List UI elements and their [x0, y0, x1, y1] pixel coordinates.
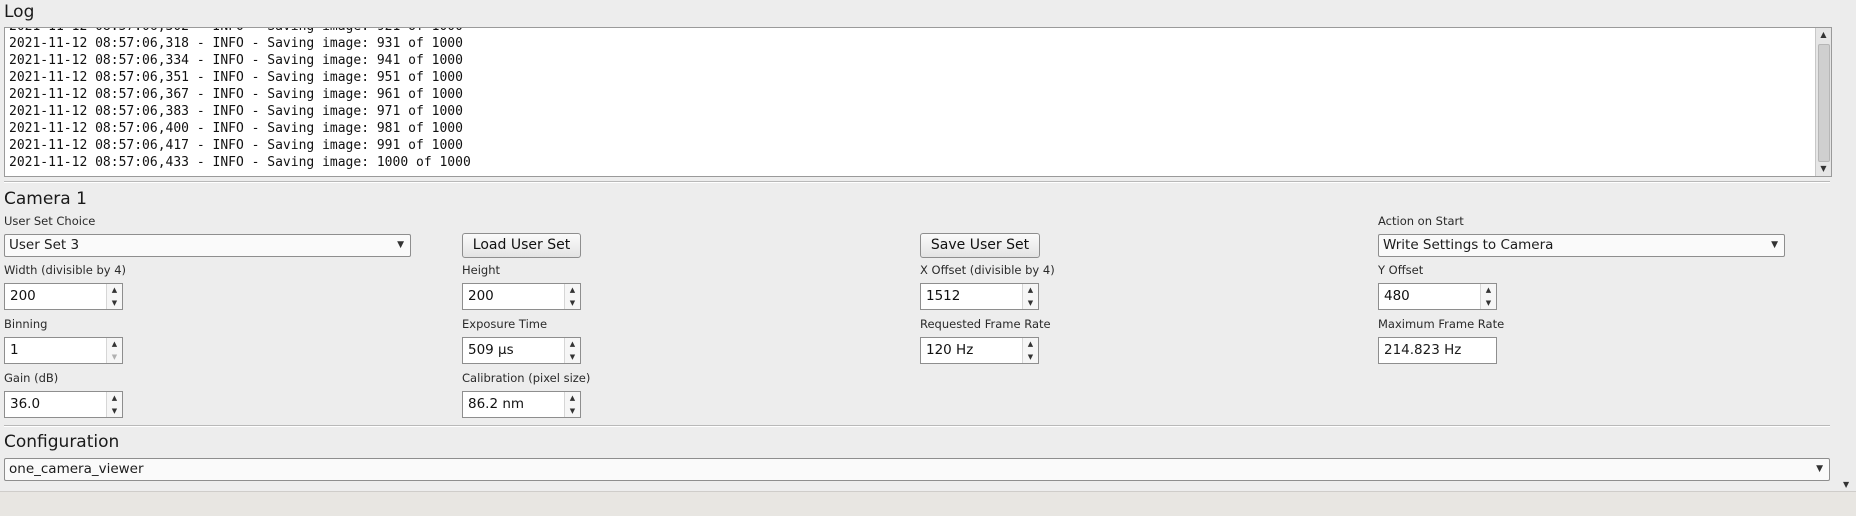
arrow-up-icon[interactable]: ▲	[1816, 28, 1831, 42]
log-scrollbar[interactable]: ▲ ▼	[1815, 28, 1831, 176]
y-offset-value: 480	[1384, 288, 1410, 304]
action-on-start-label: Action on Start	[1378, 214, 1464, 228]
binning-label: Binning	[4, 317, 48, 331]
gain-spinbox[interactable]: 36.0 ▲ ▼	[4, 391, 123, 418]
arrow-down-icon[interactable]: ▼	[1816, 162, 1831, 176]
section-divider	[4, 181, 1830, 183]
log-scrollbar-thumb[interactable]	[1818, 44, 1830, 162]
user-set-choice-label: User Set Choice	[4, 214, 96, 228]
action-on-start-value: Write Settings to Camera	[1383, 237, 1554, 253]
chevron-down-icon: ▼	[397, 240, 404, 250]
arrow-up-icon[interactable]: ▲	[1023, 338, 1038, 350]
arrow-up-icon[interactable]: ▲	[1481, 284, 1496, 296]
configuration-title: Configuration	[4, 432, 120, 452]
width-label: Width (divisible by 4)	[4, 263, 127, 277]
user-set-choice-dropdown[interactable]: User Set 3 ▼	[4, 234, 411, 257]
arrow-down-icon[interactable]: ▼	[1843, 480, 1849, 489]
requested-frame-rate-spinbox[interactable]: 120 Hz ▲ ▼	[920, 337, 1039, 364]
arrow-down-icon[interactable]: ▼	[565, 405, 580, 417]
log-title: Log	[4, 2, 35, 22]
maximum-frame-rate-label: Maximum Frame Rate	[1378, 317, 1505, 331]
gain-label: Gain (dB)	[4, 371, 59, 385]
log-line: 2021-11-12 08:57:06,367 - INFO - Saving …	[9, 87, 463, 102]
log-line: 2021-11-12 08:57:06,302 - INFO - Saving …	[9, 28, 463, 35]
configuration-value: one_camera_viewer	[9, 461, 144, 477]
log-line: 2021-11-12 08:57:06,351 - INFO - Saving …	[9, 70, 463, 85]
x-offset-spinbox[interactable]: 1512 ▲ ▼	[920, 283, 1039, 310]
exposure-time-label: Exposure Time	[462, 317, 548, 331]
arrow-down-icon[interactable]: ▼	[1023, 297, 1038, 309]
arrow-down-icon[interactable]: ▼	[565, 351, 580, 363]
log-output[interactable]: 2021-11-12 08:57:06,302 - INFO - Saving …	[4, 27, 1832, 177]
exposure-time-spinbox[interactable]: 509 µs ▲ ▼	[462, 337, 581, 364]
arrow-down-icon[interactable]: ▼	[565, 297, 580, 309]
arrow-down-icon[interactable]: ▼	[107, 297, 122, 309]
status-bar	[0, 491, 1856, 516]
y-offset-spinbox[interactable]: 480 ▲ ▼	[1378, 283, 1497, 310]
height-spinbox[interactable]: 200 ▲ ▼	[462, 283, 581, 310]
calibration-spinbox[interactable]: 86.2 nm ▲ ▼	[462, 391, 581, 418]
log-line: 2021-11-12 08:57:06,433 - INFO - Saving …	[9, 155, 471, 170]
width-value: 200	[10, 288, 36, 304]
height-label: Height	[462, 263, 501, 277]
window-scrollbar[interactable]: ▼	[1840, 0, 1856, 491]
arrow-down-icon[interactable]: ▼	[1481, 297, 1496, 309]
requested-frame-rate-label: Requested Frame Rate	[920, 317, 1051, 331]
width-spinbox[interactable]: 200 ▲ ▼	[4, 283, 123, 310]
arrow-down-icon[interactable]: ▼	[1023, 351, 1038, 363]
calibration-label: Calibration (pixel size)	[462, 371, 591, 385]
arrow-up-icon[interactable]: ▲	[565, 338, 580, 350]
log-line: 2021-11-12 08:57:06,383 - INFO - Saving …	[9, 104, 463, 119]
exposure-time-value: 509 µs	[468, 342, 514, 358]
arrow-up-icon[interactable]: ▲	[107, 284, 122, 296]
binning-spinbox[interactable]: 1 ▲ ▼	[4, 337, 123, 364]
calibration-value: 86.2 nm	[468, 396, 525, 412]
log-line: 2021-11-12 08:57:06,400 - INFO - Saving …	[9, 121, 463, 136]
binning-value: 1	[10, 342, 19, 358]
load-user-set-button[interactable]: Load User Set	[462, 233, 581, 258]
log-line: 2021-11-12 08:57:06,334 - INFO - Saving …	[9, 53, 463, 68]
action-on-start-dropdown[interactable]: Write Settings to Camera ▼	[1378, 234, 1785, 257]
log-line: 2021-11-12 08:57:06,417 - INFO - Saving …	[9, 138, 463, 153]
arrow-up-icon[interactable]: ▲	[565, 284, 580, 296]
arrow-up-icon[interactable]: ▲	[107, 392, 122, 404]
chevron-down-icon: ▼	[1816, 464, 1823, 474]
x-offset-label: X Offset (divisible by 4)	[920, 263, 1055, 277]
user-set-choice-value: User Set 3	[9, 237, 80, 253]
arrow-up-icon[interactable]: ▲	[107, 338, 122, 350]
save-user-set-button[interactable]: Save User Set	[920, 233, 1040, 258]
configuration-dropdown[interactable]: one_camera_viewer ▼	[4, 458, 1830, 481]
arrow-down-icon: ▼	[111, 353, 118, 361]
chevron-down-icon: ▼	[1771, 240, 1778, 250]
requested-frame-rate-value: 120 Hz	[926, 342, 974, 358]
y-offset-label: Y Offset	[1378, 263, 1424, 277]
height-value: 200	[468, 288, 494, 304]
x-offset-value: 1512	[926, 288, 961, 304]
arrow-down-icon[interactable]: ▼	[107, 405, 122, 417]
arrow-up-icon[interactable]: ▲	[1023, 284, 1038, 296]
arrow-up-icon[interactable]: ▲	[565, 392, 580, 404]
log-line: 2021-11-12 08:57:06,318 - INFO - Saving …	[9, 36, 463, 51]
camera-title: Camera 1	[4, 189, 87, 209]
maximum-frame-rate-field: 214.823 Hz	[1378, 337, 1497, 364]
gain-value: 36.0	[10, 396, 41, 412]
section-divider	[4, 425, 1830, 427]
